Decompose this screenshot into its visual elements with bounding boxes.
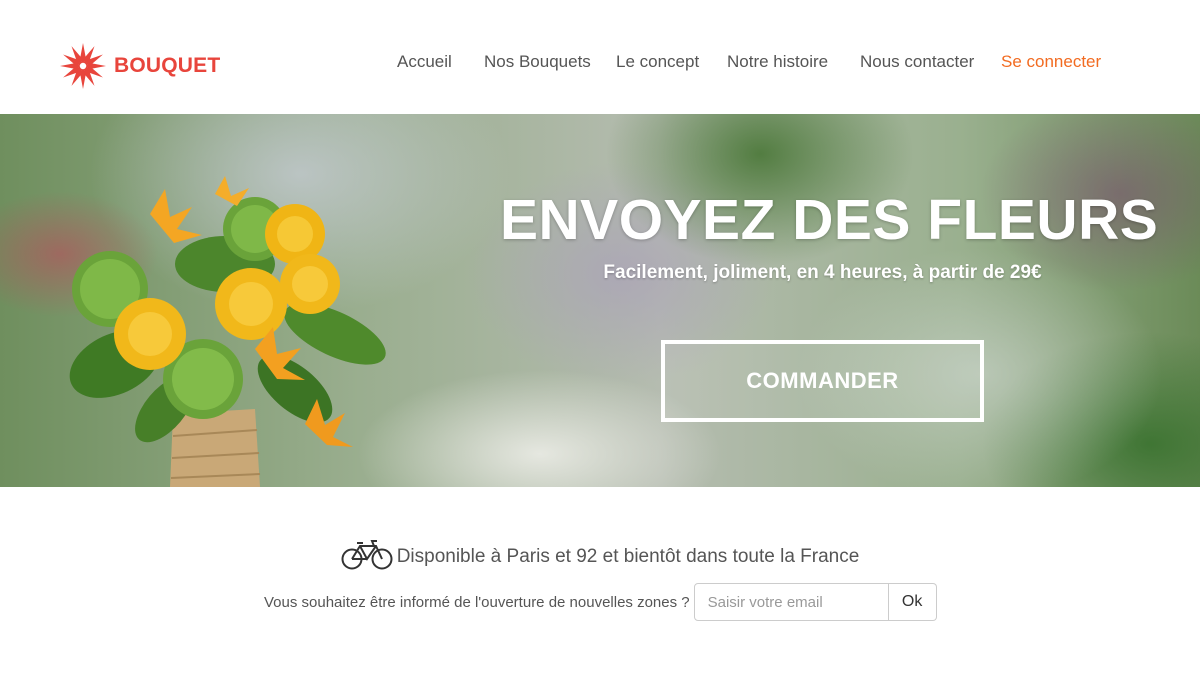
availability-text: Disponible à Paris et 92 et bientôt dans… [396, 546, 860, 567]
notify-question: Vous souhaitez être informé de l'ouvertu… [264, 593, 690, 611]
email-input[interactable] [693, 583, 889, 621]
bouquet-image [69, 176, 386, 487]
commander-button[interactable]: COMMANDER [661, 340, 984, 422]
nav-nous-contacter[interactable]: Nous contacter [860, 52, 974, 72]
hero-title: ENVOYEZ DES FLEURS [500, 188, 1159, 252]
nav-nos-bouquets[interactable]: Nos Bouquets [484, 52, 591, 72]
nav-accueil[interactable]: Accueil [397, 52, 452, 72]
availability-line: Disponible à Paris et 92 et bientôt dans… [0, 539, 1200, 576]
main-nav: Accueil Nos Bouquets Le concept Notre hi… [0, 52, 1200, 76]
nav-se-connecter[interactable]: Se connecter [1001, 52, 1101, 72]
nav-le-concept[interactable]: Le concept [616, 52, 699, 72]
nav-notre-histoire[interactable]: Notre histoire [727, 52, 828, 72]
ok-button[interactable]: Ok [888, 583, 937, 621]
hero-subtitle: Facilement, joliment, en 4 heures, à par… [603, 262, 1042, 283]
site-header: BOUQUET Accueil Nos Bouquets Le concept … [0, 0, 1200, 114]
bicycle-icon [341, 539, 393, 576]
zone-notify-form: Vous souhaitez être informé de l'ouvertu… [264, 583, 937, 621]
hero-banner: ENVOYEZ DES FLEURS Facilement, joliment,… [0, 114, 1200, 487]
